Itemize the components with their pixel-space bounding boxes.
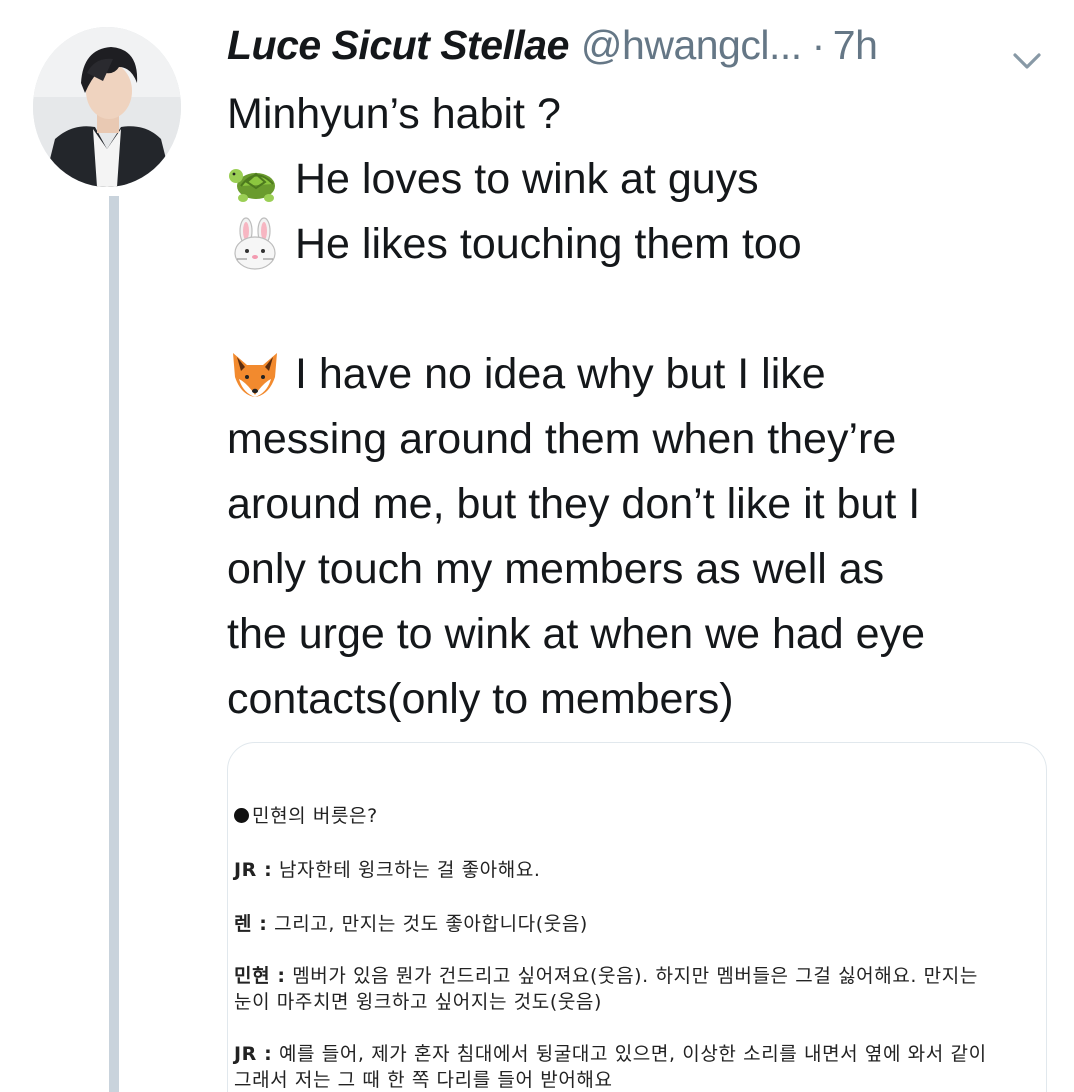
- time-separator: ·: [811, 22, 826, 68]
- tweet-line: messing around them when they’re: [227, 415, 897, 463]
- doc-line: 민현 : 멤버가 있음 뭔가 건드리고 싶어져요(웃음). 하지만 멤버들은 그…: [234, 965, 978, 987]
- tweet-line: contacts(only to members): [227, 675, 734, 723]
- tweet-line: He loves to wink at guys: [227, 147, 1047, 212]
- rabbit-face-emoji-icon: [227, 216, 283, 273]
- avatar[interactable]: [33, 27, 181, 187]
- tweet-line-text: I have no idea why but I like: [295, 350, 826, 398]
- tweet-line-text: He likes touching them too: [295, 220, 802, 268]
- doc-line: JR : 남자한테 윙크하는 걸 좋아해요.: [234, 859, 541, 881]
- tweet-line: Minhyun’s habit ?: [227, 90, 561, 138]
- tweet-line: He likes touching them too: [227, 212, 1047, 277]
- doc-line: 눈이 마주치면 윙크하고 싶어지는 것도(웃음): [234, 991, 603, 1013]
- fox-face-emoji-icon: [227, 347, 283, 403]
- avatar-photo: [33, 27, 181, 187]
- tweet-line: only touch my members as well as: [227, 545, 885, 593]
- scanned-text-image: 민현의 버릇은? JR : 남자한테 윙크하는 걸 좋아해요. 렌 : 그리고,…: [228, 743, 1046, 1092]
- chevron-down-icon[interactable]: [1010, 36, 1044, 69]
- attached-image[interactable]: 민현의 버릇은? JR : 남자한테 윙크하는 걸 좋아해요. 렌 : 그리고,…: [227, 742, 1047, 1092]
- tweet-line: around me, but they don’t like it but I: [227, 480, 921, 528]
- tweet-header: Luce Sicut Stellae @hwangcl... · 7h: [227, 22, 1044, 74]
- bullet-icon: [234, 808, 249, 823]
- display-name[interactable]: Luce Sicut Stellae: [227, 22, 569, 69]
- doc-line: 그래서 저는 그 때 한 쪽 다리를 들어 받어해요: [234, 1069, 613, 1091]
- timestamp[interactable]: 7h: [833, 22, 878, 69]
- tweet-text: Minhyun’s habit ? He loves to wink at gu…: [227, 82, 1047, 732]
- tweet-line: I have no idea why but I like: [227, 342, 1047, 407]
- user-handle[interactable]: @hwangcl...: [581, 22, 802, 69]
- doc-title: 민현의 버릇은?: [234, 801, 378, 828]
- thread-line: [109, 196, 119, 1092]
- turtle-emoji-icon: [227, 152, 283, 208]
- doc-line: JR : 예를 들어, 제가 혼자 침대에서 뒹굴대고 있으면, 이상한 소리를…: [234, 1043, 987, 1065]
- tweet-line-text: He loves to wink at guys: [295, 155, 759, 203]
- tweet-line: the urge to wink at when we had eye: [227, 610, 925, 658]
- doc-line: 렌 : 그리고, 만지는 것도 좋아합니다(웃음): [234, 913, 588, 935]
- tweet[interactable]: Luce Sicut Stellae @hwangcl... · 7h Minh…: [0, 0, 1074, 1092]
